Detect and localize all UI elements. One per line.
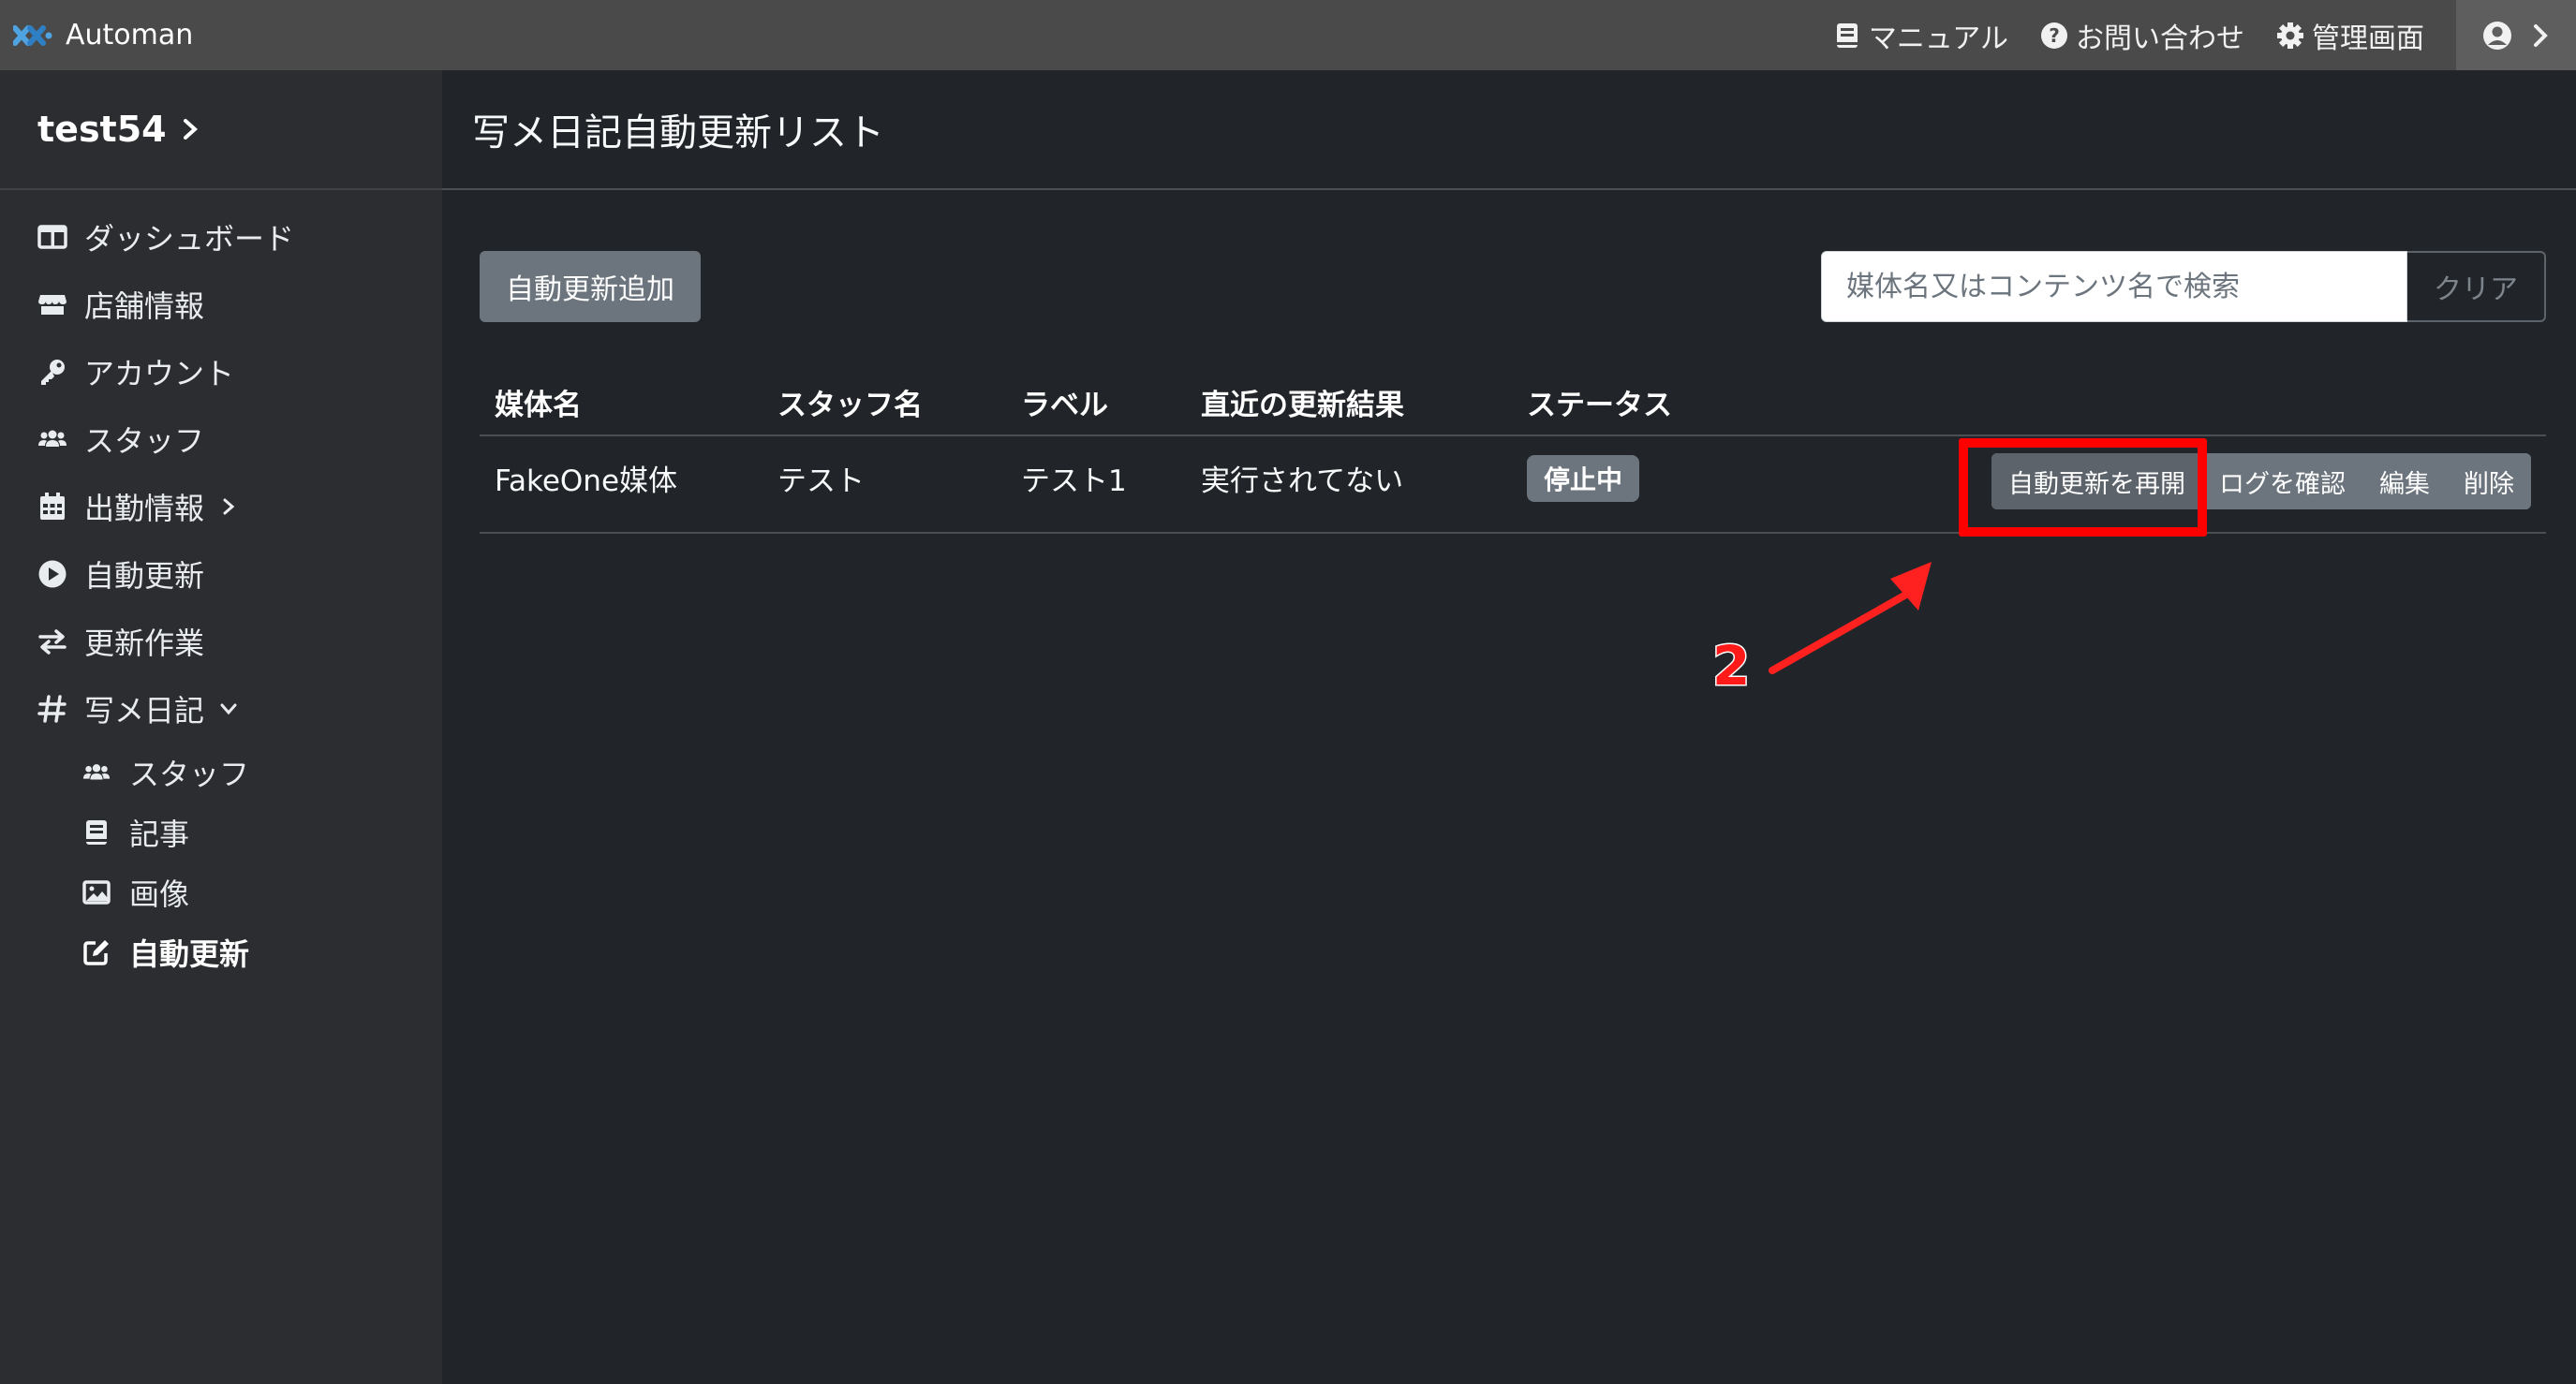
sidebar: test54 ダッシュボード 店舗情報 アカウント スタッフ 出勤情報 自動更新… bbox=[0, 70, 442, 1384]
user-circle-icon bbox=[2483, 21, 2511, 50]
sidebar-subitem-articles[interactable]: 記事 bbox=[0, 802, 442, 862]
sidebar-item-photo-diary[interactable]: 写メ日記 bbox=[0, 675, 442, 743]
users-icon bbox=[82, 764, 111, 780]
search-group: クリア bbox=[1821, 251, 2546, 322]
sidebar-subitem-label: 画像 bbox=[129, 876, 190, 912]
play-circle-icon bbox=[38, 560, 67, 588]
image-icon bbox=[82, 880, 111, 905]
status-badge: 停止中 bbox=[1527, 455, 1640, 502]
page-header: 写メ日記自動更新リスト bbox=[442, 70, 2576, 190]
clear-button[interactable]: クリア bbox=[2407, 251, 2546, 322]
brand-name: Automan bbox=[66, 19, 194, 52]
column-header-label: ラベル bbox=[1021, 388, 1108, 422]
sidebar-item-label: 店舗情報 bbox=[84, 288, 205, 324]
brand[interactable]: Automan bbox=[0, 0, 193, 70]
sidebar-subitem-label: 自動更新 bbox=[129, 936, 250, 972]
sidebar-nav: ダッシュボード 店舗情報 アカウント スタッフ 出勤情報 自動更新 更新作業 写… bbox=[0, 190, 442, 982]
sidebar-item-label: 写メ日記 bbox=[84, 693, 205, 729]
chevron-right-icon bbox=[2534, 23, 2548, 47]
sidebar-item-label: 自動更新 bbox=[84, 558, 205, 594]
contact-link[interactable]: ? お問い合わせ bbox=[2040, 15, 2244, 56]
key-icon bbox=[41, 360, 65, 385]
view-log-button[interactable]: ログを確認 bbox=[2202, 453, 2362, 509]
chevron-right-icon bbox=[183, 119, 198, 140]
sidebar-item-auto-update[interactable]: 自動更新 bbox=[0, 540, 442, 608]
cell-staff: テスト bbox=[777, 464, 865, 498]
annotation-highlight-box bbox=[1959, 438, 2207, 537]
gear-icon bbox=[2277, 22, 2303, 49]
automan-logo-icon bbox=[13, 24, 52, 46]
add-auto-update-button[interactable]: 自動更新追加 bbox=[480, 251, 701, 322]
book-icon bbox=[86, 820, 107, 845]
sidebar-subitem-auto-update[interactable]: 自動更新 bbox=[0, 922, 442, 982]
page-title: 写メ日記自動更新リスト bbox=[472, 111, 884, 155]
sidebar-item-label: 出勤情報 bbox=[84, 491, 205, 526]
column-header-status: ステータス bbox=[1527, 388, 1672, 422]
column-header-media: 媒体名 bbox=[495, 388, 582, 422]
sidebar-item-label: アカウント bbox=[84, 356, 235, 391]
users-icon bbox=[38, 430, 67, 447]
contact-link-label: お問い合わせ bbox=[2076, 22, 2244, 55]
sidebar-item-account[interactable]: アカウント bbox=[0, 338, 442, 405]
delete-button[interactable]: 削除 bbox=[2447, 453, 2531, 509]
book-icon bbox=[1836, 22, 1858, 48]
cell-label: テスト1 bbox=[1021, 464, 1127, 498]
sidebar-subitem-images[interactable]: 画像 bbox=[0, 862, 442, 922]
sidebar-item-label: スタッフ bbox=[84, 423, 205, 459]
sidebar-item-label: 更新作業 bbox=[84, 626, 205, 661]
sidebar-item-update-work[interactable]: 更新作業 bbox=[0, 608, 442, 675]
cell-media: FakeOne媒体 bbox=[495, 464, 678, 498]
sidebar-subitem-staff[interactable]: スタッフ bbox=[0, 743, 442, 802]
exchange-icon bbox=[38, 629, 67, 655]
column-header-last-result: 直近の更新結果 bbox=[1201, 388, 1404, 422]
manual-link-label: マニュアル bbox=[1868, 22, 2008, 55]
edit-button[interactable]: 編集 bbox=[2362, 453, 2447, 509]
user-menu-toggle[interactable] bbox=[2456, 0, 2576, 70]
sidebar-item-staff[interactable]: スタッフ bbox=[0, 405, 442, 473]
chevron-right-icon bbox=[223, 498, 235, 515]
chevron-down-icon bbox=[220, 703, 237, 715]
annotation-step-number: 2 bbox=[1710, 633, 1751, 699]
top-navbar: Automan マニュアル ? お問い合わせ 管理画面 bbox=[0, 0, 2576, 70]
admin-link[interactable]: 管理画面 bbox=[2276, 15, 2424, 56]
sidebar-item-dashboard[interactable]: ダッシュボード bbox=[0, 203, 442, 271]
svg-text:?: ? bbox=[2049, 24, 2060, 47]
edit-icon bbox=[83, 940, 109, 965]
column-header-staff: スタッフ名 bbox=[777, 388, 923, 422]
store-icon bbox=[38, 295, 67, 315]
dashboard-icon bbox=[37, 225, 67, 249]
sidebar-subitem-label: スタッフ bbox=[129, 757, 250, 792]
sidebar-subitem-label: 記事 bbox=[129, 817, 190, 852]
cell-last-result: 実行されてない bbox=[1201, 464, 1404, 498]
store-name: test54 bbox=[37, 109, 167, 150]
sidebar-item-label: ダッシュボード bbox=[84, 221, 295, 257]
sidebar-item-attendance[interactable]: 出勤情報 bbox=[0, 473, 442, 540]
auto-update-table: 媒体名 スタッフ名 ラベル 直近の更新結果 ステータス FakeOne媒体 テス… bbox=[480, 369, 2546, 534]
sidebar-item-store-info[interactable]: 店舗情報 bbox=[0, 271, 442, 338]
manual-link[interactable]: マニュアル bbox=[1833, 15, 2008, 56]
main-content: 写メ日記自動更新リスト 自動更新追加 クリア 媒体名 スタッフ名 ラベル 直近の… bbox=[442, 70, 2576, 1384]
table-header: 媒体名 スタッフ名 ラベル 直近の更新結果 ステータス bbox=[480, 369, 2546, 436]
calendar-icon bbox=[40, 493, 65, 520]
store-selector[interactable]: test54 bbox=[0, 70, 442, 190]
search-input[interactable] bbox=[1821, 251, 2407, 322]
admin-link-label: 管理画面 bbox=[2312, 22, 2424, 55]
question-icon: ? bbox=[2041, 22, 2067, 49]
table-row: FakeOne媒体 テスト テスト1 実行されてない 停止中 自動更新を再開 ロ… bbox=[480, 436, 2546, 534]
toolbar: 自動更新追加 クリア bbox=[480, 251, 2546, 322]
hashtag-icon bbox=[37, 695, 67, 723]
